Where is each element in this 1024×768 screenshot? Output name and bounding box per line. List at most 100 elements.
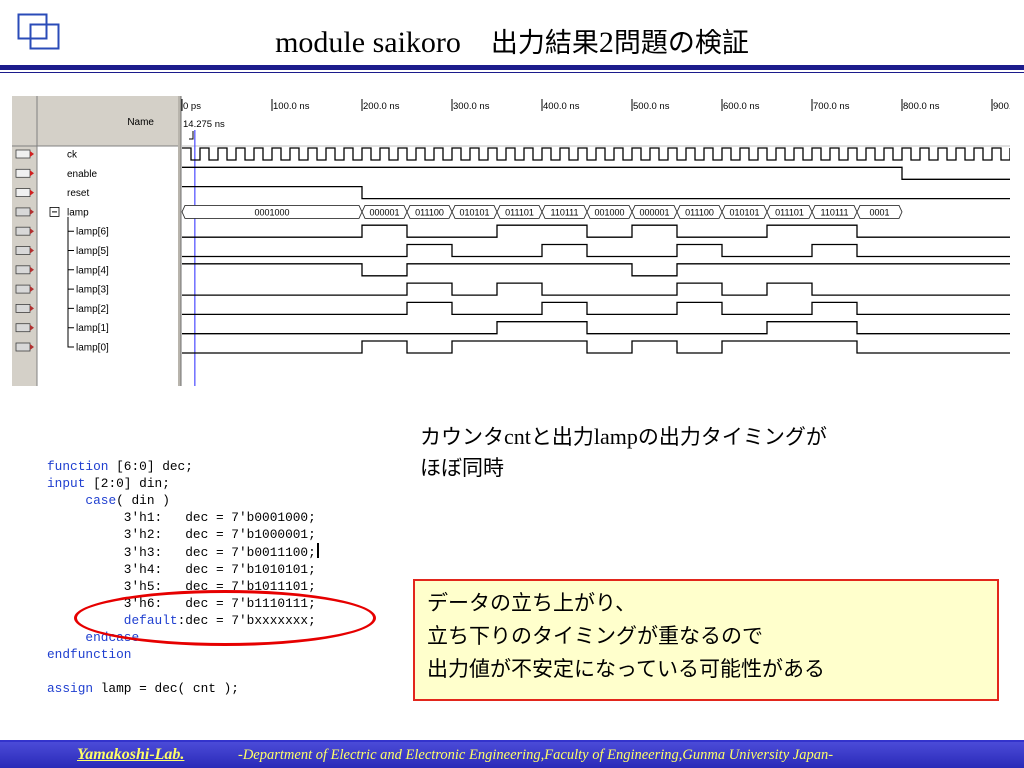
code-line-4: 3'h1: dec = 7'b0001000;: [123, 510, 316, 525]
time-tick-label: 400.0 ns: [543, 101, 580, 112]
signal-name-lamp[1]: lamp[1]: [76, 323, 109, 334]
code-kw-endfunction: endfunction: [47, 647, 132, 662]
wave-lamp-5: [182, 243, 1010, 258]
code-kw-case: case: [85, 493, 117, 508]
wave-lamp-6: [182, 224, 1010, 238]
code-line-1: [6:0] dec;: [108, 459, 193, 474]
time-tick-label: 300.0 ns: [453, 101, 490, 112]
output-pin-icon: [15, 303, 31, 313]
time-tick-label: 800.0 ns: [903, 101, 940, 112]
title-num: 2: [598, 26, 614, 59]
code-kw-endcase: endcase: [85, 630, 140, 645]
output-pin-icon: [15, 207, 31, 217]
title-jp-1: 出力結果: [490, 28, 599, 59]
name-header-cell: [37, 96, 178, 146]
cursor-flag: [189, 131, 194, 140]
output-pin-icon: [15, 323, 31, 333]
output-pin-icon: [15, 342, 31, 352]
caption-part-2: と出力: [530, 425, 594, 449]
lamp-bus-value: 011100: [685, 207, 714, 217]
code-line-13: lamp = dec( cnt );: [93, 681, 239, 696]
input-pin-icon: [15, 168, 31, 178]
time-tick-label: 600.0 ns: [723, 101, 760, 112]
signal-name-lamp: lamp: [67, 207, 89, 218]
note-line-1: データの立ち上がり、: [427, 591, 637, 615]
title-en: module saikoro: [275, 26, 491, 59]
wave-enable: [182, 166, 1010, 180]
lamp-bus-value: 010101: [459, 207, 489, 217]
time-tick-label: 0 ps: [183, 101, 201, 112]
code-line-8: 3'h5: dec = 7'b1011101;: [123, 579, 316, 594]
lamp-bus-value: 001000: [594, 207, 624, 217]
wave-reset: [182, 185, 1010, 200]
timing-caption: カウンタcntと出力lampの出力タイミングが ほぼ同時: [420, 421, 827, 484]
output-pin-icon: [15, 226, 31, 236]
input-pin-icon: [15, 149, 31, 159]
lamp-bus-value: 011100: [415, 207, 444, 217]
caption-lamp: lamp: [593, 424, 638, 449]
signal-name-lamp[3]: lamp[3]: [76, 285, 109, 296]
page-title: module saikoro 出力結果2問題の検証: [0, 17, 1024, 61]
tree-branch: [67, 313, 74, 329]
caption-line-2: ほぼ同時: [420, 456, 504, 480]
lamp-bus-value: 0001000: [254, 207, 289, 217]
signal-name-lamp[6]: lamp[6]: [76, 227, 109, 238]
tree-branch: [67, 294, 74, 309]
signal-name-enable: enable: [67, 169, 97, 180]
verilog-code: function [6:0] dec; input [2:0] din; cas…: [47, 458, 319, 697]
waveform-canvas: Name 0 ps 100.0 ns 200.0 ns 300.0 ns 400.0 ns…: [12, 96, 1010, 386]
code-kw-function: function: [47, 459, 109, 474]
lamp-bus-value: 000001: [369, 207, 399, 217]
signal-name-reset: reset: [67, 188, 89, 199]
lamp-bus-value: 011101: [775, 207, 804, 217]
wave-lamp-1: [182, 321, 1010, 335]
footer-bar: Yamakoshi-Lab. -Department of Electric a…: [0, 740, 1024, 768]
text-cursor: [316, 543, 319, 558]
lamp-bus-value: 110111: [550, 207, 578, 217]
note-line-2: 立ち下りのタイミングが重なるので: [427, 624, 763, 648]
time-tick-label: 100.0 ns: [273, 101, 310, 112]
code-line-6: 3'h3: dec = 7'b0011100;: [123, 545, 316, 560]
signal-name-lamp[5]: lamp[5]: [76, 246, 109, 257]
output-pin-icon: [15, 265, 31, 275]
code-kw-input: input: [47, 476, 86, 491]
time-tick-label: 700.0 ns: [813, 101, 850, 112]
title-rule-thin: [0, 72, 1024, 73]
wave-lamp-0: [182, 340, 1010, 354]
signal-name-lamp[2]: lamp[2]: [76, 304, 109, 315]
output-pin-icon: [15, 246, 31, 255]
code-line-5: 3'h2: dec = 7'b1000001;: [123, 527, 316, 542]
title-jp-2: 問題の検証: [613, 28, 749, 59]
code-kw-default: default: [123, 613, 178, 628]
code-line-2: [2:0] din;: [85, 476, 170, 491]
tree-branch: [67, 255, 74, 271]
footer-department: -Department of Electric and Electronic E…: [238, 747, 834, 763]
lamp-bus-value: 0001: [869, 207, 889, 217]
footer-lab-link[interactable]: Yamakoshi-Lab.: [77, 746, 184, 764]
caption-cnt: cnt: [504, 424, 531, 449]
output-pin-icon: [15, 284, 31, 294]
wave-ck: [182, 147, 1010, 161]
caption-part-1: カウンタ: [420, 425, 504, 449]
wave-lamp-2: [182, 301, 1010, 316]
title-rule-thick: [0, 65, 1024, 70]
name-header-label: Name: [127, 117, 154, 128]
code-kw-assign: assign: [47, 681, 94, 696]
caption-part-3: の出力タイミングが: [637, 425, 827, 449]
note-line-3: 出力値が不安定になっている可能性がある: [427, 657, 825, 681]
lamp-bus-value: 110111: [820, 207, 848, 217]
tree-branch: [67, 216, 74, 232]
wave-lamp-4: [182, 263, 1010, 277]
signal-name-ck: ck: [67, 150, 78, 161]
icon-column: [12, 96, 37, 386]
lamp-bus-value: 011101: [505, 207, 534, 217]
signal-name-lamp[4]: lamp[4]: [76, 265, 109, 276]
code-line-9: 3'h6: dec = 7'b1110111;: [123, 596, 316, 611]
time-tick-label: 500.0 ns: [633, 101, 670, 112]
tree-branch: [67, 332, 74, 348]
cursor-time-label: 14.275 ns: [183, 119, 225, 130]
signal-name-lamp[0]: lamp[0]: [76, 343, 109, 354]
wave-lamp-3: [182, 282, 1010, 296]
note-box: データの立ち上がり、 立ち下りのタイミングが重なるので 出力値が不安定になってい…: [413, 579, 999, 701]
code-line-3: ( din ): [116, 493, 170, 508]
